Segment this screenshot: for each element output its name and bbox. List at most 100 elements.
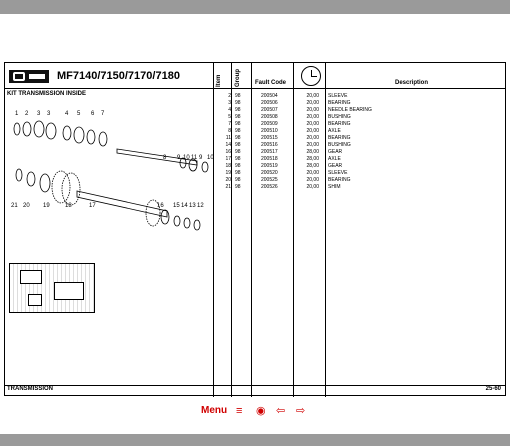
- part-ring: [13, 122, 21, 136]
- labor-time: 20,00: [306, 93, 319, 99]
- brand-logo: [9, 70, 49, 83]
- group-code: 98: [235, 93, 241, 99]
- group-code: 98: [235, 135, 241, 141]
- labor-time: 20,00: [306, 114, 319, 120]
- col-item-header: Item: [216, 74, 222, 87]
- part-ring: [86, 129, 96, 145]
- part-description: BEARING: [328, 177, 351, 183]
- parts-sheet: MF7140/7150/7170/7180 Item Group Fault C…: [4, 62, 506, 397]
- callout-label: 21: [11, 203, 18, 209]
- part-ring: [22, 121, 32, 137]
- col-group-header: Group: [235, 69, 241, 87]
- callout-label: 3: [37, 111, 41, 117]
- labor-time: 20,00: [306, 142, 319, 148]
- part-ring: [73, 126, 85, 144]
- tractor-icon: [13, 72, 25, 81]
- part-description: BUSHING: [328, 114, 351, 120]
- group-code: 98: [235, 184, 241, 190]
- item-number: 14: [225, 142, 231, 148]
- callout-label: 3: [47, 111, 51, 117]
- labor-time: 20,00: [306, 121, 319, 127]
- menu-link[interactable]: Menu: [201, 405, 227, 416]
- item-number: 20: [225, 177, 231, 183]
- fault-code: 200510: [261, 128, 278, 134]
- item-number: 7: [228, 121, 231, 127]
- callout-label: 19: [43, 203, 50, 209]
- callout-label: 10: [207, 155, 213, 161]
- labor-time: 20,00: [306, 135, 319, 141]
- group-code: 98: [235, 121, 241, 127]
- labor-time: 20,00: [306, 107, 319, 113]
- fault-code: 200519: [261, 163, 278, 169]
- labor-time: 28,00: [306, 163, 319, 169]
- footer-section: TRANSMISSION: [7, 386, 54, 392]
- item-number: 18: [225, 163, 231, 169]
- callout-label: 12: [197, 203, 204, 209]
- list-icon[interactable]: ≡: [236, 404, 242, 418]
- item-number: 11: [225, 135, 231, 141]
- part-description: GEAR: [328, 149, 343, 155]
- callout-label: 4: [65, 111, 69, 117]
- group-code: 98: [235, 100, 241, 106]
- item-number: 16: [225, 149, 231, 155]
- exploded-diagram: 1 2 3 3 4 5 6 78 9 10 11 9 1021 20 19 18 17 16 15 14 13 12: [11, 111, 213, 231]
- model-title: MF7140/7150/7170/7180: [57, 70, 180, 82]
- transmission-housing-thumbnail: [9, 263, 95, 313]
- part-gear: [51, 170, 71, 204]
- fault-code: 200525: [261, 177, 278, 183]
- part-description: AXLE: [328, 128, 341, 134]
- part-description: SHIM: [328, 184, 341, 190]
- top-bar: [0, 0, 510, 14]
- labor-time: 20,00: [306, 128, 319, 134]
- fault-code: 200508: [261, 114, 278, 120]
- fault-code: 200504: [261, 93, 278, 99]
- view-icon[interactable]: ◉: [256, 404, 266, 418]
- item-number: 21: [225, 184, 231, 190]
- item-number: 19: [225, 170, 231, 176]
- item-number: 17: [225, 156, 231, 162]
- callout-label: 20: [23, 203, 30, 209]
- fault-code: 200507: [261, 107, 278, 113]
- group-code: 98: [235, 163, 241, 169]
- callout-label: 6: [91, 111, 95, 117]
- callout-label: 2: [25, 111, 29, 117]
- group-code: 98: [235, 156, 241, 162]
- labor-time: 20,00: [306, 100, 319, 106]
- part-description: BEARING: [328, 100, 351, 106]
- callout-label: 10: [183, 155, 190, 161]
- labor-time: 20,00: [306, 177, 319, 183]
- callout-label: 17: [89, 203, 96, 209]
- callout-label: 14: [181, 203, 188, 209]
- callout-label: 9: [199, 155, 203, 161]
- group-code: 98: [235, 149, 241, 155]
- callout-label: 1: [15, 111, 19, 117]
- labor-time: 28,00: [306, 156, 319, 162]
- item-number: 8: [228, 128, 231, 134]
- group-code: 98: [235, 177, 241, 183]
- item-number: 4: [228, 107, 231, 113]
- part-description: BUSHING: [328, 142, 351, 148]
- fault-code: 200518: [261, 156, 278, 162]
- callout-label: 5: [77, 111, 81, 117]
- fault-code: 200517: [261, 149, 278, 155]
- group-code: 98: [235, 170, 241, 176]
- part-description: AXLE: [328, 156, 341, 162]
- fault-code: 200515: [261, 135, 278, 141]
- bottom-bar: [0, 434, 510, 446]
- forward-arrow-icon[interactable]: ⇨: [296, 404, 305, 418]
- callout-label: 15: [173, 203, 180, 209]
- callout-label: 11: [191, 155, 198, 161]
- fault-code: 200526: [261, 184, 278, 190]
- col-desc-header: Description: [395, 80, 429, 86]
- sheet-header: MF7140/7150/7170/7180 Item Group Fault C…: [5, 63, 505, 397]
- part-ring: [33, 120, 45, 138]
- labor-time: 28,00: [306, 149, 319, 155]
- part-ring: [62, 125, 72, 141]
- callout-label: 16: [157, 203, 164, 209]
- callout-label: 18: [65, 203, 72, 209]
- back-arrow-icon[interactable]: ⇦: [276, 404, 285, 418]
- part-ring: [98, 131, 108, 147]
- item-number: 3: [228, 100, 231, 106]
- part-ring: [45, 122, 57, 140]
- fault-code: 200506: [261, 100, 278, 106]
